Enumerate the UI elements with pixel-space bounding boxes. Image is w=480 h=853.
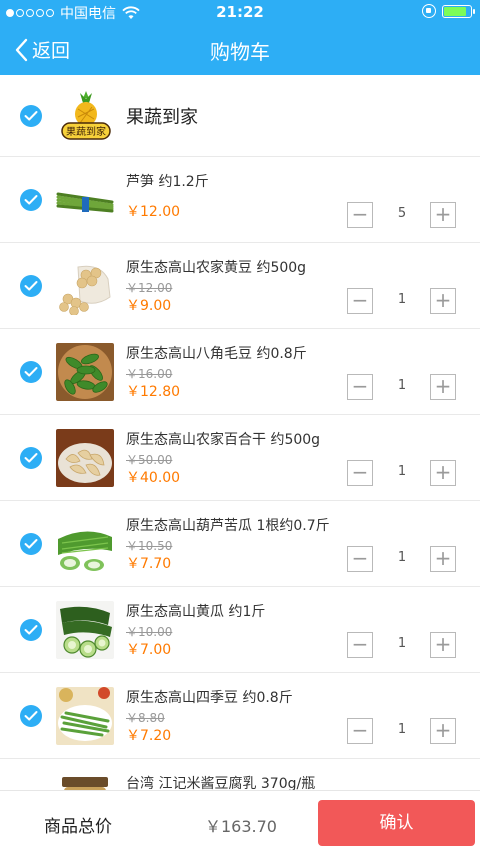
soybean-image [56,257,114,315]
item-price: ￥12.80 [126,384,181,400]
item-name: 原生态高山农家黄豆 约500g [126,260,307,276]
item-price: ￥7.70 [126,556,172,572]
checkmark-icon [24,625,38,635]
store-row: 果蔬到家 果蔬到家 [0,75,480,157]
quantity-decrease-button[interactable]: − [347,632,373,658]
item-name: 原生态高山四季豆 约0.8斤 [126,690,293,706]
battery-level [444,6,467,16]
clock: 21:22 [216,3,264,21]
store-checkbox[interactable] [20,105,42,127]
quantity-increase-button[interactable]: + [430,288,456,314]
item-original-price: ￥10.00 [126,625,173,639]
cart-item: 原生态高山四季豆 约0.8斤 ￥8.80 ￥7.20 − 1 + [0,673,480,759]
rotation-lock-icon [422,4,436,18]
item-checkbox[interactable] [20,705,42,727]
bitter-melon-image [56,515,114,573]
quantity-decrease-button[interactable]: − [347,718,373,744]
item-checkbox[interactable] [20,619,42,641]
cart-list[interactable]: 果蔬到家 果蔬到家 芦笋 约1.2斤 ￥12.00 − 5 + 原生态高山农家黄… [0,75,480,790]
item-name: 原生态高山黄瓜 约1斤 [126,604,266,620]
item-name: 原生态高山八角毛豆 约0.8斤 [126,346,307,362]
green-beans-image [56,687,114,745]
quantity-decrease-button[interactable]: − [347,202,373,228]
status-right [422,4,475,18]
quantity-decrease-button[interactable]: − [347,374,373,400]
quantity-increase-button[interactable]: + [430,546,456,572]
quantity-value: 1 [397,464,407,479]
quantity-value: 1 [397,550,407,565]
item-price: ￥12.00 [126,204,181,220]
quantity-value: 5 [397,206,407,221]
total-price: ￥163.70 [205,817,277,836]
item-price: ￥7.00 [126,642,172,658]
item-original-price: ￥10.50 [126,539,173,553]
cart-item: 原生态高山八角毛豆 约0.8斤 ￥16.00 ￥12.80 − 1 + [0,329,480,415]
cart-item: 原生态高山黄瓜 约1斤 ￥10.00 ￥7.00 − 1 + [0,587,480,673]
checkmark-icon [24,711,38,721]
item-checkbox[interactable] [20,361,42,383]
nav-bar: 返回 购物车 [0,24,480,75]
quantity-decrease-button[interactable]: − [347,546,373,572]
item-name: 芦笋 约1.2斤 [126,174,209,190]
item-name: 原生态高山农家百合干 约500g [126,432,321,448]
edamame-image [56,343,114,401]
quantity-value: 1 [397,722,407,737]
checkmark-icon [24,281,38,291]
item-price: ￥7.20 [126,728,172,744]
item-checkbox[interactable] [20,189,42,211]
checkout-bar: 商品总价 ￥163.70 确认 [0,790,480,853]
cart-item: 原生态高山农家黄豆 约500g ￥12.00 ￥9.00 − 1 + [0,243,480,329]
quantity-increase-button[interactable]: + [430,460,456,486]
status-bar: 中国电信 21:22 [0,0,480,24]
page-title: 购物车 [210,40,270,64]
dried-lily-image [56,429,114,487]
cart-item: 台湾 江记米酱豆腐乳 370g/瓶 [0,759,480,790]
quantity-decrease-button[interactable]: − [347,288,373,314]
quantity-value: 1 [397,292,407,307]
asparagus-image [56,171,114,229]
item-original-price: ￥16.00 [126,367,173,381]
item-checkbox[interactable] [20,275,42,297]
checkmark-icon [24,539,38,549]
item-checkbox[interactable] [20,447,42,469]
total-label: 商品总价 [44,817,112,837]
item-price: ￥9.00 [126,298,172,314]
store-name: 果蔬到家 [126,107,198,128]
checkmark-icon [24,453,38,463]
checkmark-icon [24,195,38,205]
store-logo-text: 果蔬到家 [66,125,106,138]
quantity-increase-button[interactable]: + [430,632,456,658]
battery-icon [442,4,475,18]
fermented-tofu-jar-image [56,773,114,790]
checkmark-icon [24,111,38,121]
item-original-price: ￥12.00 [126,281,173,295]
cart-item: 芦笋 约1.2斤 ￥12.00 − 5 + [0,157,480,243]
item-original-price: ￥8.80 [126,711,165,725]
quantity-increase-button[interactable]: + [430,202,456,228]
item-price: ￥40.00 [126,470,181,486]
quantity-increase-button[interactable]: + [430,374,456,400]
item-original-price: ￥50.00 [126,453,173,467]
quantity-value: 1 [397,636,407,651]
confirm-button[interactable]: 确认 [318,800,475,846]
item-name: 台湾 江记米酱豆腐乳 370g/瓶 [126,776,316,790]
item-name: 原生态高山葫芦苦瓜 1根约0.7斤 [126,518,330,534]
item-checkbox[interactable] [20,533,42,555]
quantity-increase-button[interactable]: + [430,718,456,744]
quantity-value: 1 [397,378,407,393]
cucumber-image [56,601,114,659]
checkmark-icon [24,367,38,377]
cart-item: 原生态高山农家百合干 约500g ￥50.00 ￥40.00 − 1 + [0,415,480,501]
store-logo: 果蔬到家 [61,91,111,140]
cart-item: 原生态高山葫芦苦瓜 1根约0.7斤 ￥10.50 ￥7.70 − 1 + [0,501,480,587]
quantity-decrease-button[interactable]: − [347,460,373,486]
